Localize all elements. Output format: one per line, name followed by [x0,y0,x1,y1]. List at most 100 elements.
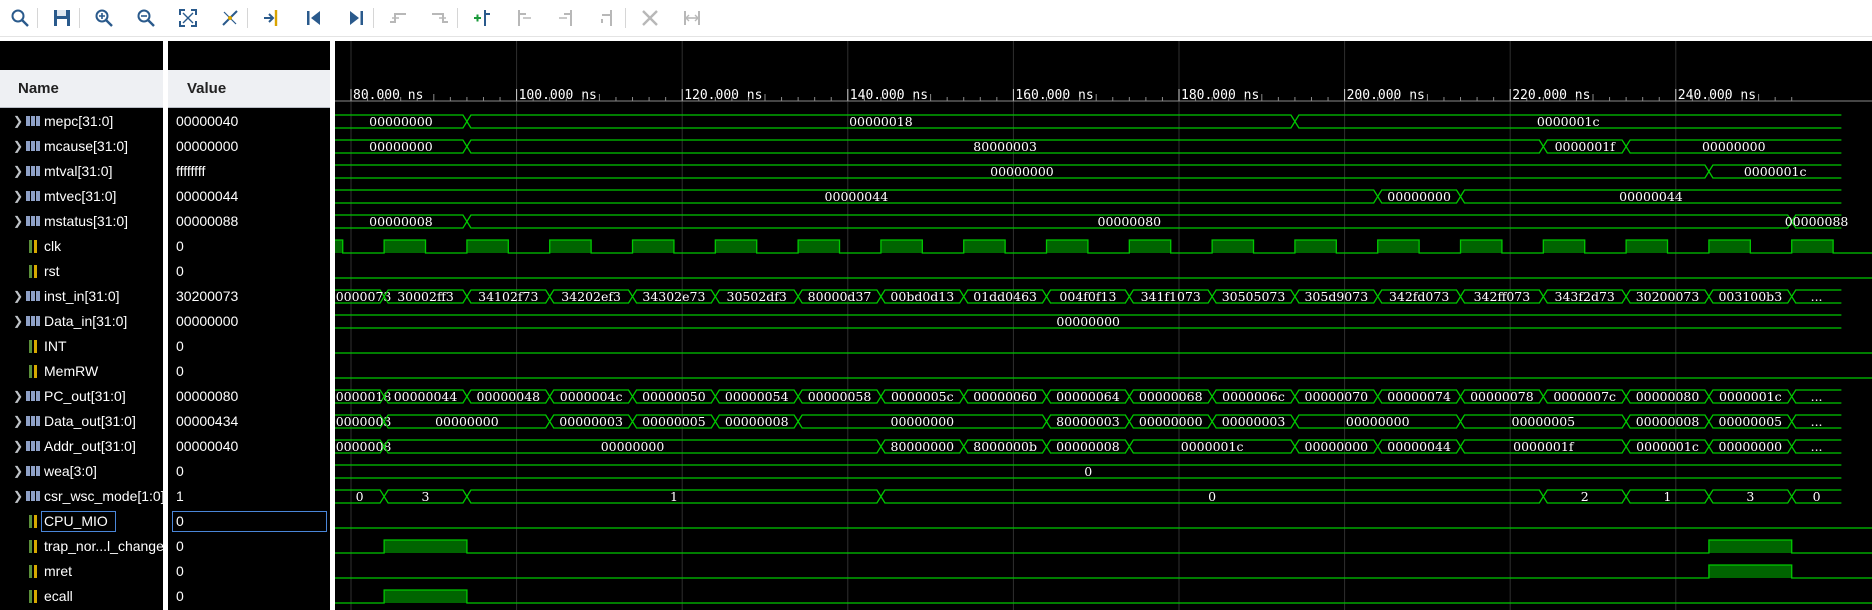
chevron-right-icon[interactable]: ❯ [13,159,23,184]
waveform-canvas[interactable]: 80.000 ns 100.000 ns 120.000 ns 140.000 ns 1… [335,41,1872,610]
chevron-right-icon[interactable]: ❯ [13,184,23,209]
chevron-right-icon[interactable]: ❯ [13,109,23,134]
bus-value-label: 0 [1813,489,1821,504]
previous-transition-button[interactable] [384,4,412,32]
bus-signal-icon [26,491,40,501]
signal-row[interactable]: mret [0,559,163,584]
chevron-right-icon[interactable]: ❯ [13,409,23,434]
search-button[interactable] [6,4,34,32]
name-column-title: Name [18,80,59,97]
chevron-right-icon[interactable]: ❯ [13,459,23,484]
signal-value: ffffffff [176,163,206,179]
signal-value-row[interactable]: ffffffff [168,159,330,184]
bus-value-label: 00000073 [335,289,391,304]
signal-name: ecall [44,588,73,604]
signal-value-row[interactable]: 00000040 [168,109,330,134]
signal-row[interactable]: ❯ mcause[31:0] [0,134,163,159]
go-to-last-time-button[interactable] [342,4,370,32]
chevron-right-icon[interactable]: ❯ [13,209,23,234]
signal-row[interactable]: ❯ wea[3:0] [0,459,163,484]
signal-row[interactable]: MemRW [0,359,163,384]
snap-button[interactable] [678,4,706,32]
add-marker-button[interactable] [468,4,496,32]
signal-value-row[interactable]: 0 [168,509,330,534]
signal-value-row[interactable]: 00000044 [168,184,330,209]
signal-row[interactable]: ❯ Addr_out[31:0] [0,434,163,459]
signal-row[interactable]: ❯ PC_out[31:0] [0,384,163,409]
zoom-fit-button[interactable] [174,4,202,32]
next-transition-button[interactable] [426,4,454,32]
bit-signal-icon [29,540,37,553]
toolbar-separator [247,8,248,28]
signal-row[interactable]: ❯ mstatus[31:0] [0,209,163,234]
signal-row[interactable]: ❯ inst_in[31:0] [0,284,163,309]
signal-row[interactable]: ❯ Data_in[31:0] [0,309,163,334]
signal-value-row[interactable]: 0 [168,334,330,359]
waveform-mret [335,564,1872,579]
bus-value-label: 00000003 [559,414,623,429]
signal-value-row[interactable]: 0 [168,459,330,484]
signal-row[interactable]: INT [0,334,163,359]
signal-value-row[interactable]: 30200073 [168,284,330,309]
bus-signal-icon [26,291,40,301]
signal-row[interactable]: CPU_MIO [0,509,163,534]
signal-value-row[interactable]: 00000088 [168,209,330,234]
bus-value-label: 00000008 [335,439,391,454]
signal-row[interactable]: ❯ mtval[31:0] [0,159,163,184]
signal-value-row[interactable]: 00000434 [168,409,330,434]
signal-value-row[interactable]: 00000000 [168,134,330,159]
waveform-Data_in310: 00000000 [335,314,1842,329]
zoom-out-button[interactable] [132,4,160,32]
bit-signal-icon [29,565,37,578]
bus-value-label: 00000000 [1719,439,1783,454]
selected-name-highlight [41,511,116,532]
signal-row[interactable]: ecall [0,584,163,609]
signal-row[interactable]: clk [0,234,163,259]
value-column-header[interactable]: Value [168,70,330,108]
bus-value-label: ... [1811,439,1823,454]
chevron-right-icon[interactable]: ❯ [13,309,23,334]
signal-name: trap_nor...l_change [44,538,163,554]
signal-row[interactable]: trap_nor...l_change [0,534,163,559]
save-button[interactable] [48,4,76,32]
signal-value-row[interactable]: 0 [168,559,330,584]
cursor-button[interactable] [216,4,244,32]
clock-high-fill [1129,240,1171,253]
bus-value-label: 0000001c [1744,164,1807,179]
signal-value-row[interactable]: 0 [168,234,330,259]
next-marker-button[interactable] [552,4,580,32]
bus-value-label: 00000058 [808,389,872,404]
go-to-cursor-button[interactable] [258,4,286,32]
bus-signal-icon [26,166,40,176]
signal-row[interactable]: ❯ mepc[31:0] [0,109,163,134]
bus-value-label: 00000000 [891,414,955,429]
bus-signal-icon [26,191,40,201]
chevron-right-icon[interactable]: ❯ [13,384,23,409]
signal-value-row[interactable]: 0 [168,259,330,284]
chevron-right-icon[interactable]: ❯ [13,284,23,309]
signal-value-row[interactable]: 0 [168,534,330,559]
signal-value-row[interactable]: 1 [168,484,330,509]
bus-value-label: 00000008 [725,414,789,429]
bus-value-label: 0000001f [1513,439,1575,454]
clock-high-fill [1212,240,1254,253]
delete-marker-button[interactable] [636,4,664,32]
signal-row[interactable]: ❯ mtvec[31:0] [0,184,163,209]
signal-value-row[interactable]: 00000040 [168,434,330,459]
signal-value-row[interactable]: 00000000 [168,309,330,334]
signal-row[interactable]: rst [0,259,163,284]
previous-marker-button[interactable] [510,4,538,32]
bus-value-label: 00000000 [369,139,433,154]
zoom-in-button[interactable] [90,4,118,32]
signal-value-row[interactable]: 0 [168,584,330,609]
chevron-right-icon[interactable]: ❯ [13,434,23,459]
chevron-right-icon[interactable]: ❯ [13,134,23,159]
signal-row[interactable]: ❯ Data_out[31:0] [0,409,163,434]
signal-row[interactable]: ❯ csr_wsc_mode[1:0] [0,484,163,509]
name-column-header[interactable]: Name [0,70,163,108]
signal-value-row[interactable]: 00000080 [168,384,330,409]
signal-value-row[interactable]: 0 [168,359,330,384]
swap-cursors-button[interactable] [594,4,622,32]
go-to-time-zero-button[interactable] [300,4,328,32]
chevron-right-icon[interactable]: ❯ [13,484,23,509]
